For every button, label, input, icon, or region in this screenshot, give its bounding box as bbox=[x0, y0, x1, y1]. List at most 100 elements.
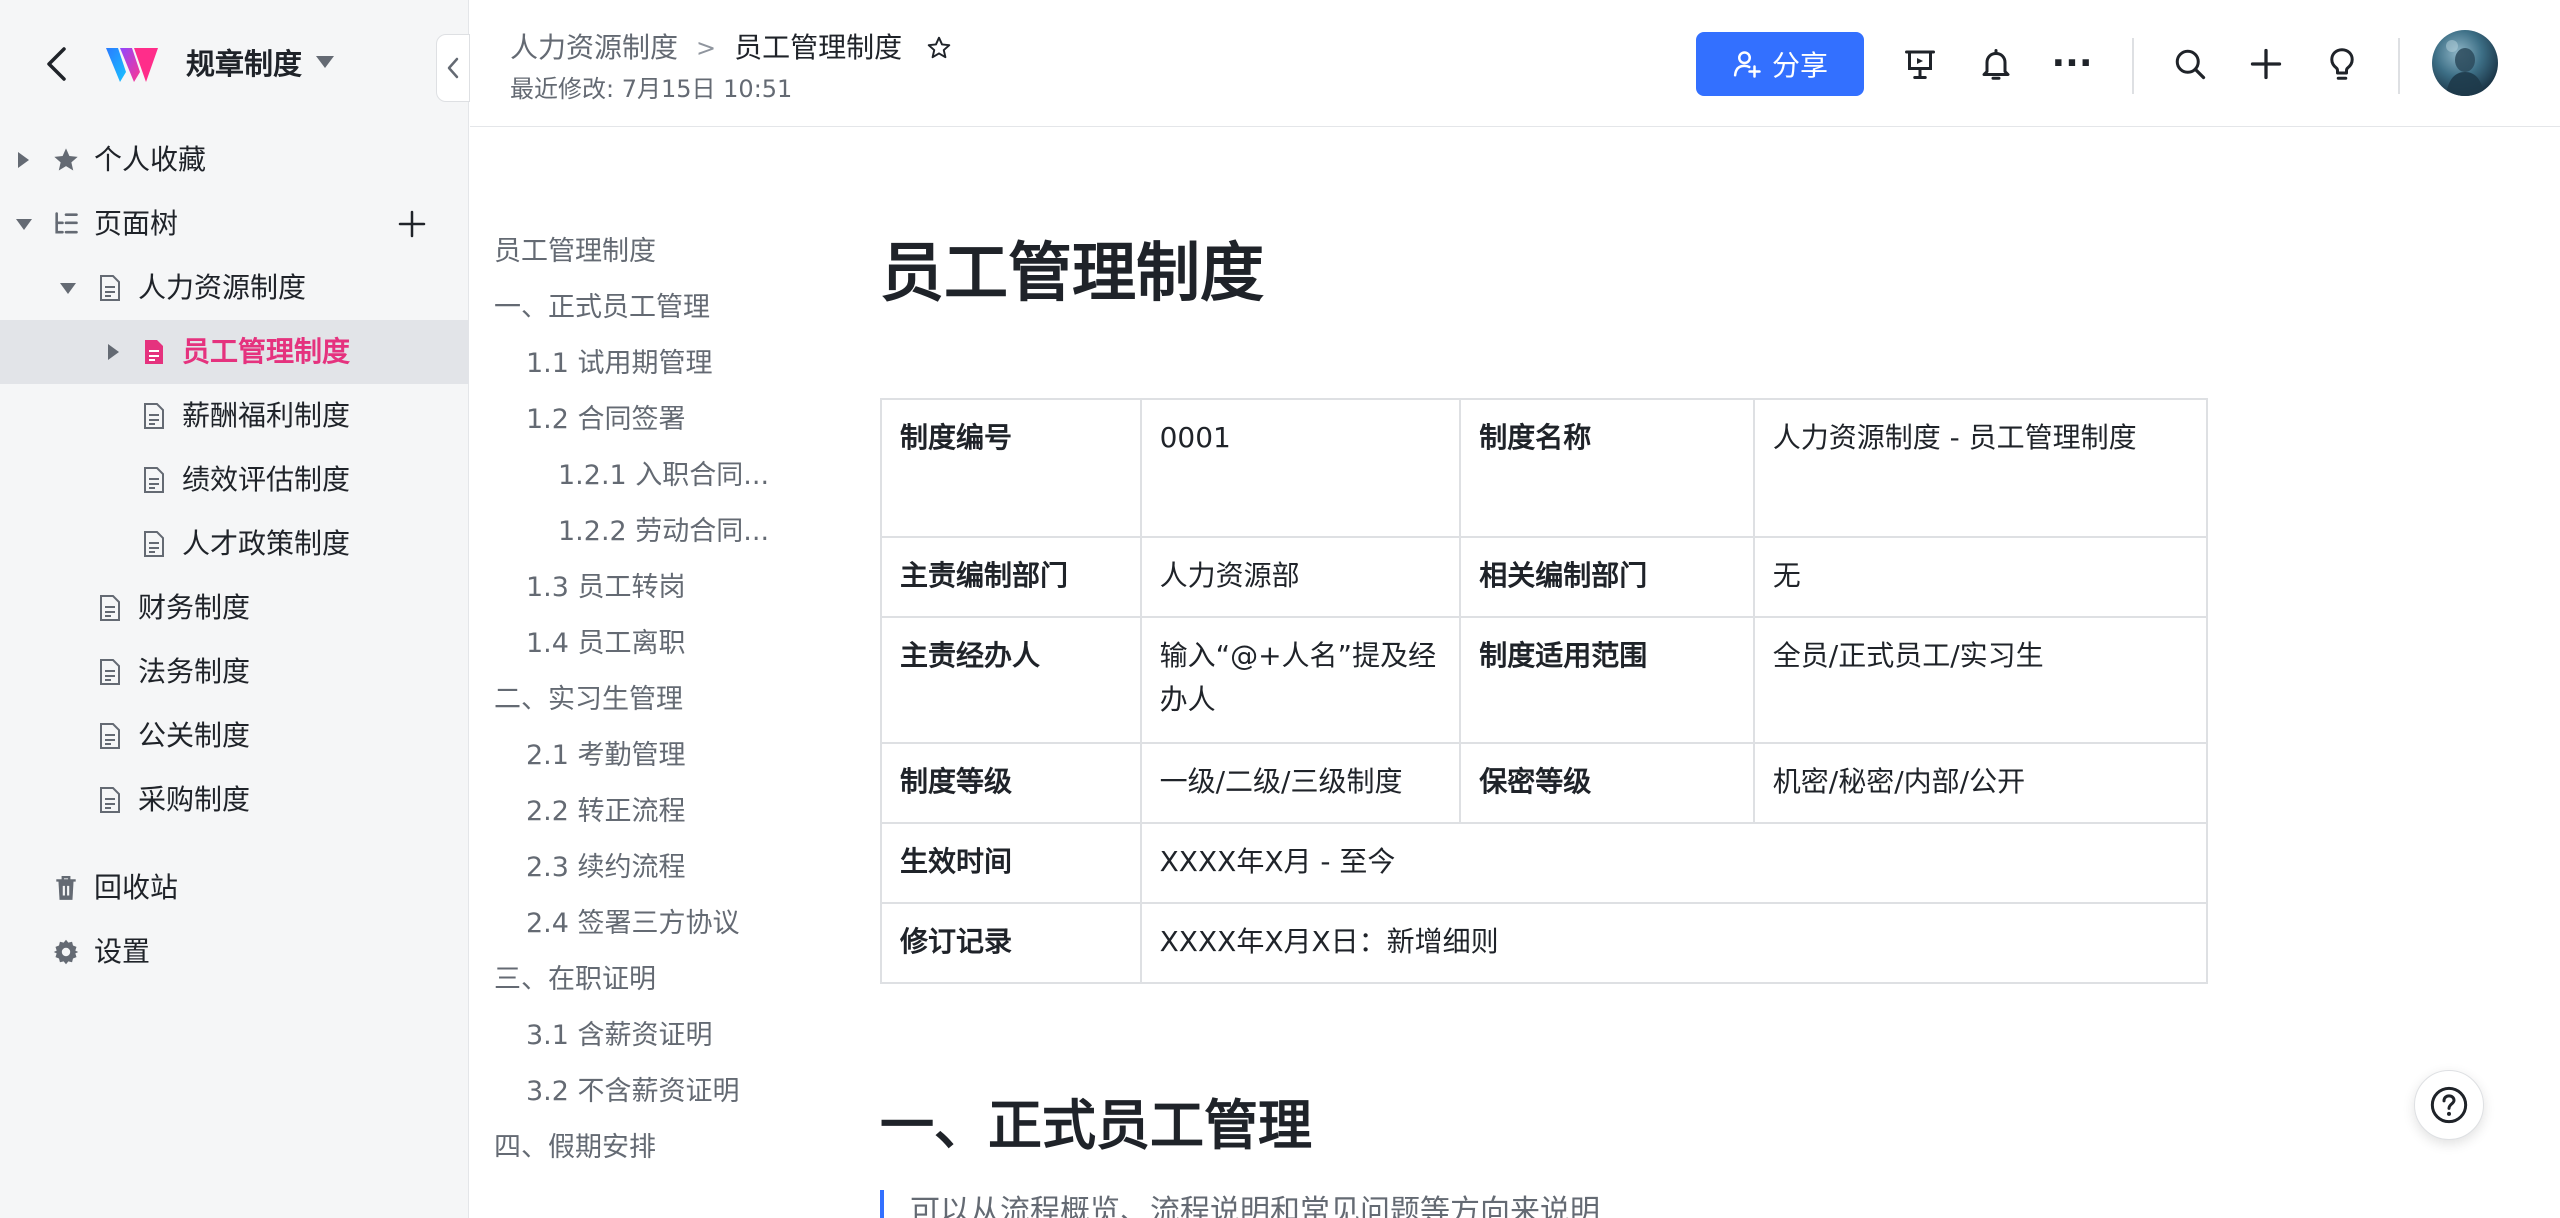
quote-block[interactable]: 可以从流程概览、流程说明和常见问题等方向来说明 bbox=[880, 1190, 1880, 1218]
search-button[interactable] bbox=[2166, 40, 2214, 88]
table-cell-key[interactable]: 主责经办人 bbox=[880, 616, 1142, 744]
expand-arrow-icon[interactable] bbox=[18, 152, 29, 168]
sidebar-item-legal-policy[interactable]: 法务制度 bbox=[0, 640, 469, 704]
expand-arrow-icon[interactable] bbox=[108, 344, 119, 360]
sidebar-item-label: 人才政策制度 bbox=[182, 527, 351, 560]
table-row: 生效时间 XXXX年X月 - 至今 bbox=[880, 822, 2209, 904]
table-cell-key[interactable]: 修订记录 bbox=[880, 902, 1142, 984]
outline-item[interactable]: 2.3 续约流程 bbox=[526, 848, 686, 888]
table-cell-key[interactable]: 生效时间 bbox=[880, 822, 1142, 904]
sidebar-item-settings[interactable]: 设置 bbox=[0, 920, 469, 984]
table-cell-value[interactable]: 全员/正式员工/实习生 bbox=[1752, 616, 2209, 744]
page-title[interactable]: 员工管理制度 bbox=[880, 232, 1264, 316]
table-cell-value[interactable]: 0001 bbox=[1139, 398, 1462, 538]
breadcrumb-separator: > bbox=[696, 34, 717, 62]
table-cell-value[interactable]: 人力资源制度 - 员工管理制度 bbox=[1752, 398, 2209, 538]
back-button[interactable] bbox=[36, 42, 76, 86]
tips-button[interactable] bbox=[2318, 40, 2366, 88]
table-cell-key[interactable]: 相关编制部门 bbox=[1459, 536, 1755, 618]
sidebar-item-label: 法务制度 bbox=[138, 655, 251, 688]
document-icon bbox=[96, 593, 124, 623]
outline-item[interactable]: 三、在职证明 bbox=[494, 960, 656, 1000]
space-logo bbox=[104, 42, 160, 86]
table-cell-value[interactable]: XXXX年X月X日：新增细则 bbox=[1139, 902, 2209, 984]
table-row: 主责经办人 输入“@+人名”提及经办人 制度适用范围 全员/正式员工/实习生 bbox=[880, 616, 2209, 744]
sidebar-item-page-tree[interactable]: 页面树 bbox=[0, 192, 469, 256]
table-cell-key[interactable]: 主责编制部门 bbox=[880, 536, 1142, 618]
collapse-sidebar-button[interactable] bbox=[436, 34, 470, 102]
collapse-arrow-icon[interactable] bbox=[60, 282, 76, 294]
caret-down-icon[interactable] bbox=[316, 56, 334, 68]
outline-item[interactable]: 员工管理制度 bbox=[494, 232, 656, 272]
table-cell-value[interactable]: 无 bbox=[1752, 536, 2209, 618]
presentation-button[interactable] bbox=[1896, 40, 1944, 88]
avatar[interactable] bbox=[2432, 30, 2498, 96]
outline-item[interactable]: 1.2.2 劳动合同... bbox=[558, 512, 769, 552]
table-cell-value[interactable]: 机密/秘密/内部/公开 bbox=[1752, 742, 2209, 824]
share-button[interactable]: 分享 bbox=[1696, 32, 1864, 96]
sidebar-item-favorites[interactable]: 个人收藏 bbox=[0, 128, 469, 192]
outline-item[interactable]: 3.1 含薪资证明 bbox=[526, 1016, 713, 1056]
breadcrumb-parent[interactable]: 人力资源制度 bbox=[510, 28, 678, 68]
bell-icon bbox=[1982, 49, 2010, 80]
document-icon bbox=[96, 785, 124, 815]
table-cell-key[interactable]: 制度适用范围 bbox=[1459, 616, 1755, 744]
table-row: 主责编制部门 人力资源部 相关编制部门 无 bbox=[880, 536, 2209, 618]
table-cell-value[interactable]: 一级/二级/三级制度 bbox=[1139, 742, 1462, 824]
outline-item[interactable]: 3.2 不含薪资证明 bbox=[526, 1072, 740, 1112]
collapse-arrow-icon[interactable] bbox=[16, 218, 32, 230]
table-cell-value[interactable]: 人力资源部 bbox=[1139, 536, 1462, 618]
outline-item[interactable]: 2.1 考勤管理 bbox=[526, 736, 686, 776]
sidebar-item-label: 公关制度 bbox=[138, 719, 251, 752]
outline-item[interactable]: 一、正式员工管理 bbox=[494, 288, 710, 328]
add-page-button[interactable] bbox=[392, 204, 432, 244]
outline-item[interactable]: 1.3 员工转岗 bbox=[526, 568, 686, 608]
sidebar-item-label: 人力资源制度 bbox=[138, 271, 307, 304]
table-cell-key[interactable]: 制度编号 bbox=[880, 398, 1142, 538]
table-cell-value[interactable]: 输入“@+人名”提及经办人 bbox=[1139, 616, 1462, 744]
help-button[interactable] bbox=[2414, 1070, 2484, 1140]
document-icon bbox=[140, 465, 168, 495]
sidebar-item-label: 绩效评估制度 bbox=[182, 463, 351, 496]
chevron-left-icon bbox=[47, 47, 66, 81]
outline-item[interactable]: 1.2 合同签署 bbox=[526, 400, 686, 440]
section-heading[interactable]: 一、正式员工管理 bbox=[880, 1088, 1312, 1164]
more-button[interactable]: ··· bbox=[2048, 40, 2096, 88]
space-title[interactable]: 规章制度 bbox=[186, 44, 302, 84]
sidebar-item-performance-policy[interactable]: 绩效评估制度 bbox=[0, 448, 469, 512]
outline-item[interactable]: 2.4 签署三方协议 bbox=[526, 904, 740, 944]
sidebar-item-talent-policy[interactable]: 人才政策制度 bbox=[0, 512, 469, 576]
table-cell-key[interactable]: 保密等级 bbox=[1459, 742, 1755, 824]
outline-item[interactable]: 2.2 转正流程 bbox=[526, 792, 686, 832]
sidebar-item-pr-policy[interactable]: 公关制度 bbox=[0, 704, 469, 768]
table-cell-key[interactable]: 制度等级 bbox=[880, 742, 1142, 824]
sidebar-item-compensation-policy[interactable]: 薪酬福利制度 bbox=[0, 384, 469, 448]
outline-item[interactable]: 1.1 试用期管理 bbox=[526, 344, 713, 384]
sidebar-item-trash[interactable]: 回收站 bbox=[0, 856, 469, 920]
question-icon bbox=[2430, 1086, 2468, 1124]
plus-icon bbox=[2250, 48, 2282, 80]
plus-icon bbox=[398, 210, 426, 238]
sidebar-header: 规章制度 bbox=[0, 0, 470, 128]
outline-item[interactable]: 二、实习生管理 bbox=[494, 680, 683, 720]
outline-item[interactable]: 1.2.1 入职合同... bbox=[558, 456, 769, 496]
share-label: 分享 bbox=[1771, 49, 1828, 82]
document-icon bbox=[140, 337, 168, 367]
table-row: 制度编号 0001 制度名称 人力资源制度 - 员工管理制度 bbox=[880, 398, 2209, 538]
sidebar-item-employee-policy[interactable]: 员工管理制度 bbox=[0, 320, 469, 384]
gear-icon bbox=[52, 937, 80, 967]
outline-item[interactable]: 1.4 员工离职 bbox=[526, 624, 686, 664]
table-cell-key[interactable]: 制度名称 bbox=[1459, 398, 1755, 538]
favorite-star-icon[interactable] bbox=[926, 34, 954, 62]
policy-info-table: 制度编号 0001 制度名称 人力资源制度 - 员工管理制度 主责编制部门 人力… bbox=[880, 398, 2209, 984]
sidebar: 规章制度 个人收藏 页面树 人力资源制度 员工管理制度 薪酬福利制度 绩效评估制… bbox=[0, 0, 470, 1218]
sidebar-item-finance-policy[interactable]: 财务制度 bbox=[0, 576, 469, 640]
outline-item[interactable]: 四、假期安排 bbox=[494, 1128, 656, 1168]
table-row: 修订记录 XXXX年X月X日：新增细则 bbox=[880, 902, 2209, 984]
create-button[interactable] bbox=[2242, 40, 2290, 88]
star-icon bbox=[52, 145, 80, 175]
sidebar-item-hr-policy[interactable]: 人力资源制度 bbox=[0, 256, 469, 320]
table-cell-value[interactable]: XXXX年X月 - 至今 bbox=[1139, 822, 2209, 904]
sidebar-item-procurement-policy[interactable]: 采购制度 bbox=[0, 768, 469, 832]
notification-button[interactable] bbox=[1972, 40, 2020, 88]
